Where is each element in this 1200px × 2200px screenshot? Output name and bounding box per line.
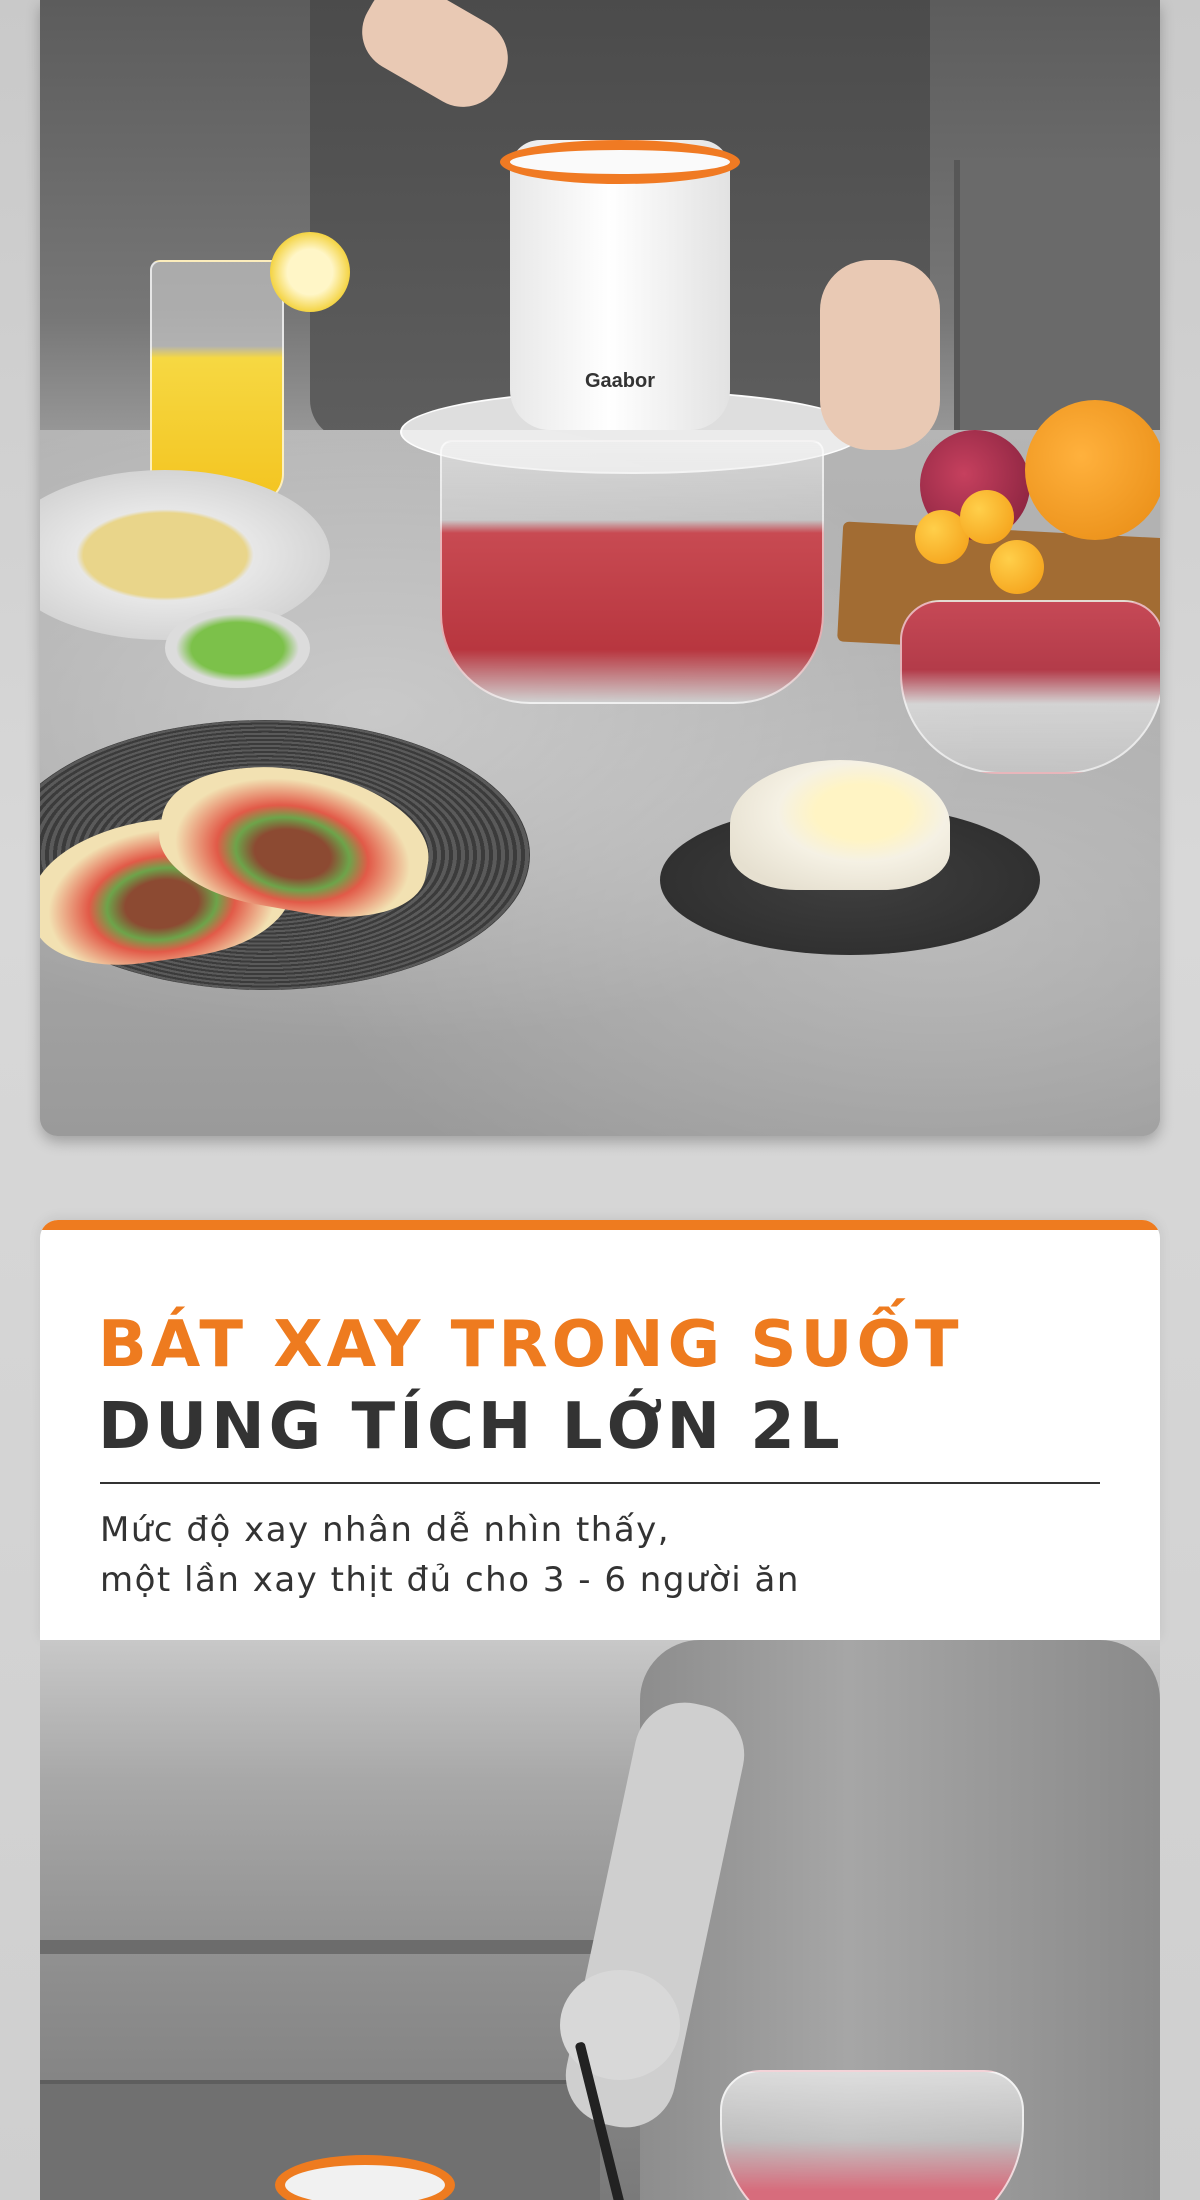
chopper-top-ring	[500, 140, 740, 184]
lemon-slice	[270, 232, 350, 312]
cherry-tomato	[960, 490, 1014, 544]
pumpkin	[1025, 400, 1160, 540]
product-photo-top: Gaabor	[40, 0, 1160, 1136]
description-line-1: Mức độ xay nhân dễ nhìn thấy,	[100, 1510, 671, 1550]
juice-glass	[150, 260, 284, 504]
divider	[100, 1482, 1100, 1484]
minced-meat-bowl	[900, 600, 1160, 774]
cherry-tomato	[990, 540, 1044, 594]
product-photo-bottom	[40, 1640, 1160, 2200]
kitchen-cabinet	[954, 160, 1160, 430]
cheese-wheel	[730, 760, 950, 890]
title-line-1: BÁT XAY TRONG SUỐT	[98, 1308, 963, 1382]
chopper-bowl	[440, 440, 824, 704]
salsa-bowl	[165, 608, 310, 688]
accent-bar	[40, 1220, 1160, 1230]
title-line-2: DUNG TÍCH LỚN 2L	[98, 1390, 844, 1464]
info-panel: BÁT XAY TRONG SUỐT DUNG TÍCH LỚN 2L Mức …	[40, 1220, 1160, 1640]
kitchen-shelf	[40, 1940, 600, 1954]
right-hand	[820, 260, 940, 450]
glass-bowl	[720, 2070, 1024, 2200]
meat-chopper: Gaabor	[400, 140, 864, 704]
description-line-2: một lần xay thịt đủ cho 3 - 6 người ăn	[100, 1560, 800, 1600]
person-hand	[560, 1970, 680, 2080]
brand-logo: Gaabor	[585, 370, 656, 392]
